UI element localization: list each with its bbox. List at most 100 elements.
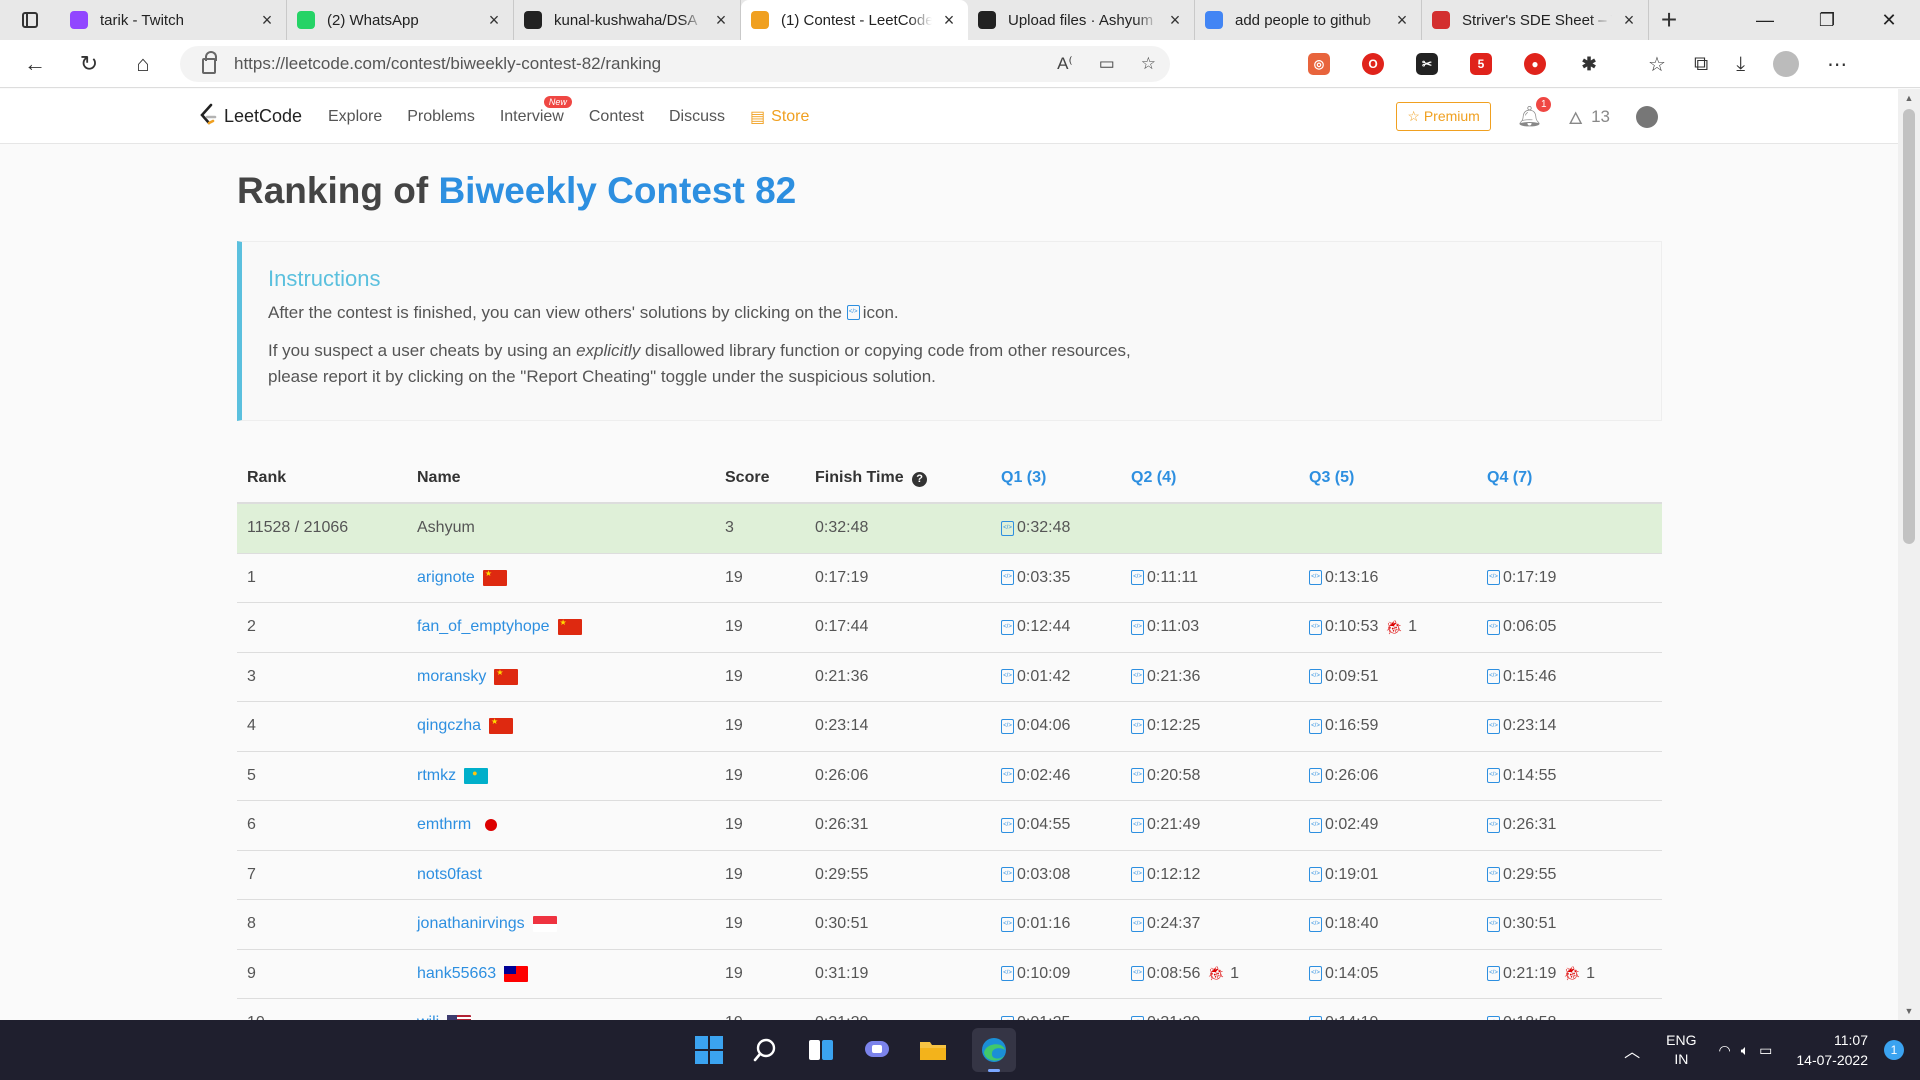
scrollbar-thumb[interactable] xyxy=(1903,109,1915,544)
user-profile-link[interactable]: hank55663 xyxy=(417,965,496,983)
streak-counter[interactable]: 🜂 13 xyxy=(1568,99,1610,134)
refresh-button[interactable]: ↻ xyxy=(62,40,116,88)
new-tab-button[interactable]: + xyxy=(1649,4,1689,36)
browser-tab[interactable]: tarik - Twitch × xyxy=(60,0,287,40)
q3-solution[interactable]: 0:16:59 xyxy=(1309,717,1487,735)
close-tab-icon[interactable]: × xyxy=(1393,10,1411,31)
q1-solution[interactable]: 0:02:46 xyxy=(1001,767,1131,785)
task-view-icon[interactable] xyxy=(804,1033,838,1067)
q4-solution[interactable]: 0:26:31 xyxy=(1487,816,1647,834)
q1-solution[interactable]: 0:03:08 xyxy=(1001,866,1131,884)
user-profile-link[interactable]: nots0fast xyxy=(417,866,482,884)
start-button[interactable] xyxy=(692,1033,726,1067)
q2-solution[interactable]: 0:11:03 xyxy=(1131,618,1309,636)
browser-tab[interactable]: (1) Contest - LeetCode × xyxy=(741,0,968,40)
more-menu-icon[interactable]: ⋯ xyxy=(1827,52,1847,77)
q4-solution[interactable]: 0:17:19 xyxy=(1487,569,1647,587)
q2-solution[interactable]: 0:21:49 xyxy=(1131,816,1309,834)
adblock-icon[interactable]: ● xyxy=(1524,53,1546,75)
volume-icon[interactable]: 🔈︎ xyxy=(1741,1042,1749,1059)
q2-solution[interactable]: 0:11:11 xyxy=(1131,569,1309,587)
tab-actions-button[interactable] xyxy=(0,0,60,40)
user-profile-link[interactable]: jonathanirvings xyxy=(417,915,525,933)
user-avatar-icon[interactable] xyxy=(1636,105,1658,128)
user-profile-link[interactable]: emthrm xyxy=(417,816,471,834)
nav-store[interactable]: ▤ Store xyxy=(750,107,809,127)
q4-solution[interactable]: 0:14:55 xyxy=(1487,767,1647,785)
nav-explore[interactable]: Explore xyxy=(328,108,382,126)
browser-tab[interactable]: add people to github × xyxy=(1195,0,1422,40)
q3-solution[interactable]: 0:10:53 🐞︎1 xyxy=(1309,618,1487,636)
q4-solution[interactable]: 0:15:46 xyxy=(1487,668,1647,686)
restore-button[interactable]: ❐ xyxy=(1796,0,1858,40)
q2-solution[interactable]: 0:08:56 🐞︎1 xyxy=(1131,965,1309,983)
header-q1[interactable]: Q1 (3) xyxy=(1001,469,1131,487)
nav-contest[interactable]: Contest xyxy=(589,108,644,126)
my-q1-solution[interactable]: 0:32:48 xyxy=(1001,519,1131,537)
contest-link[interactable]: Biweekly Contest 82 xyxy=(438,170,796,211)
favorites-icon[interactable]: ☆ xyxy=(1648,52,1666,77)
favorite-star-icon[interactable]: ☆ xyxy=(1141,54,1156,74)
q1-solution[interactable]: 0:01:16 xyxy=(1001,915,1131,933)
notification-center-badge[interactable]: 1 xyxy=(1884,1040,1904,1060)
extension-icon-1[interactable]: ◎ xyxy=(1308,53,1330,75)
close-tab-icon[interactable]: × xyxy=(1620,10,1638,31)
user-profile-link[interactable]: rtmkz xyxy=(417,767,456,785)
q1-solution[interactable]: 0:10:09 xyxy=(1001,965,1131,983)
immersive-reader-icon[interactable]: ▭ xyxy=(1099,54,1115,74)
language-indicator[interactable]: ENG IN xyxy=(1666,1031,1696,1069)
user-profile-link[interactable]: fan_of_emptyhope xyxy=(417,618,550,636)
close-window-button[interactable]: ✕ xyxy=(1858,0,1920,40)
header-q3[interactable]: Q3 (5) xyxy=(1309,469,1487,487)
downloads-icon[interactable]: ⤓ xyxy=(1736,53,1745,76)
help-icon[interactable]: ? xyxy=(912,472,928,487)
nav-interview[interactable]: Interview New xyxy=(500,95,572,126)
browser-tab[interactable]: Upload files · Ashyum × xyxy=(968,0,1195,40)
q1-solution[interactable]: 0:04:06 xyxy=(1001,717,1131,735)
q4-solution[interactable]: 0:21:19 🐞︎1 xyxy=(1487,965,1647,983)
premium-button[interactable]: ☆ Premium xyxy=(1396,102,1491,131)
clock[interactable]: 11:07 14-07-2022 xyxy=(1796,1030,1868,1070)
page-scrollbar[interactable]: ▲ ▼ xyxy=(1898,89,1920,1020)
close-tab-icon[interactable]: × xyxy=(1166,10,1184,31)
header-q4[interactable]: Q4 (7) xyxy=(1487,469,1647,487)
browser-tab[interactable]: kunal-kushwaha/DSA × xyxy=(514,0,741,40)
profile-avatar-icon[interactable] xyxy=(1773,51,1800,77)
scroll-up-arrow[interactable]: ▲ xyxy=(1898,89,1920,107)
edge-browser-icon[interactable] xyxy=(972,1028,1016,1072)
user-profile-link[interactable]: moransky xyxy=(417,668,486,686)
q3-solution[interactable]: 0:19:01 xyxy=(1309,866,1487,884)
scroll-down-arrow[interactable]: ▼ xyxy=(1898,1002,1920,1020)
q2-solution[interactable]: 0:20:58 xyxy=(1131,767,1309,785)
browser-tab[interactable]: (2) WhatsApp × xyxy=(287,0,514,40)
opera-extension-icon[interactable]: O xyxy=(1362,53,1384,75)
q3-solution[interactable]: 0:13:16 xyxy=(1309,569,1487,587)
q4-solution[interactable]: 0:30:51 xyxy=(1487,915,1647,933)
battery-icon[interactable]: ▭ xyxy=(1759,1042,1772,1059)
q2-solution[interactable]: 0:21:36 xyxy=(1131,668,1309,686)
user-profile-link[interactable]: arignote xyxy=(417,569,475,587)
wifi-icon[interactable]: ◠ xyxy=(1719,1042,1731,1059)
back-button[interactable]: ← xyxy=(8,40,62,88)
address-bar[interactable]: https://leetcode.com/contest/biweekly-co… xyxy=(180,46,1170,82)
read-aloud-icon[interactable]: A⁽ xyxy=(1057,54,1073,74)
q3-solution[interactable]: 0:26:06 xyxy=(1309,767,1487,785)
show-hidden-icons-button[interactable]: ︿ xyxy=(1624,1038,1640,1062)
q4-solution[interactable]: 0:29:55 xyxy=(1487,866,1647,884)
q3-solution[interactable]: 0:09:51 xyxy=(1309,668,1487,686)
q2-solution[interactable]: 0:12:25 xyxy=(1131,717,1309,735)
header-q2[interactable]: Q2 (4) xyxy=(1131,469,1309,487)
extensions-puzzle-icon[interactable]: ✱ xyxy=(1578,53,1600,75)
q4-solution[interactable]: 0:23:14 xyxy=(1487,717,1647,735)
minimize-button[interactable]: — xyxy=(1734,0,1796,40)
browser-tab[interactable]: Striver's SDE Sheet – T × xyxy=(1422,0,1649,40)
q2-solution[interactable]: 0:12:12 xyxy=(1131,866,1309,884)
teams-chat-icon[interactable] xyxy=(860,1033,894,1067)
q2-solution[interactable]: 0:24:37 xyxy=(1131,915,1309,933)
file-explorer-icon[interactable] xyxy=(916,1033,950,1067)
q4-solution[interactable]: 0:06:05 xyxy=(1487,618,1647,636)
close-tab-icon[interactable]: × xyxy=(940,10,958,31)
nav-problems[interactable]: Problems xyxy=(407,108,475,126)
close-tab-icon[interactable]: × xyxy=(258,10,276,31)
extension-icon-3[interactable]: ✂ xyxy=(1416,53,1438,75)
